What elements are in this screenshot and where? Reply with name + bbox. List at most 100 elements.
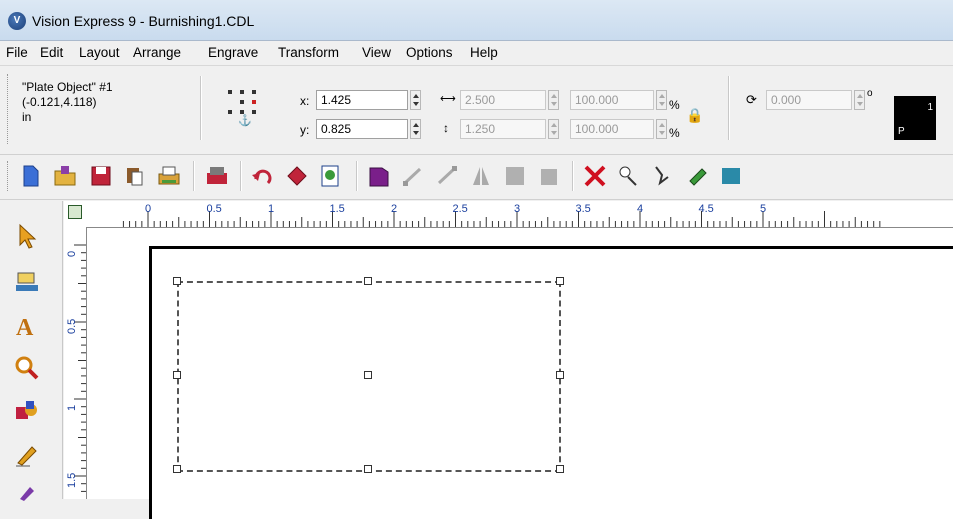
selection-handle[interactable] xyxy=(173,277,181,285)
object-name: "Plate Object" #1 xyxy=(22,80,113,94)
toolbar-grip[interactable] xyxy=(7,74,10,144)
new-document-icon[interactable] xyxy=(18,163,44,189)
object-coords: (-0.121,4.118) xyxy=(22,95,97,109)
window-title: Vision Express 9 - Burnishing1.CDL xyxy=(32,13,255,29)
rotation-field[interactable]: 0.000 xyxy=(766,90,852,110)
selection-handle[interactable] xyxy=(173,465,181,473)
menu-bar: File Edit Layout Arrange Engrave Transfo… xyxy=(0,41,953,66)
height-spinner[interactable] xyxy=(548,119,559,139)
pointer-tool-icon[interactable] xyxy=(12,221,42,251)
color-swatch[interactable]: 1 P xyxy=(894,96,936,140)
ruler-tick-label: 1 xyxy=(66,404,78,411)
anchor-point-selector[interactable]: ⚓ xyxy=(224,86,264,127)
x-label: x: xyxy=(300,94,310,108)
ungroup-icon[interactable] xyxy=(536,163,562,189)
anchor-icon: ⚓ xyxy=(238,115,252,127)
center-handle[interactable] xyxy=(364,371,372,379)
menu-transform[interactable]: Transform xyxy=(278,45,339,60)
width-field[interactable]: 2.500 xyxy=(460,90,546,110)
selection-handle[interactable] xyxy=(556,371,564,379)
open-folder-icon[interactable] xyxy=(52,163,78,189)
width-icon: ⟷ xyxy=(440,93,456,105)
zoom-page-icon[interactable] xyxy=(318,163,344,189)
ruler-tick-label: 2 xyxy=(391,203,398,215)
y-spinner[interactable] xyxy=(410,119,421,139)
selection-handle[interactable] xyxy=(173,371,181,379)
ruler-tick-label: 5 xyxy=(760,203,767,215)
y-label: y: xyxy=(300,123,310,137)
group-icon[interactable] xyxy=(502,163,528,189)
horizontal-ruler[interactable]: 0 0.5 1 1.5 2 2.5 3 3.5 4 4.5 5 xyxy=(86,201,953,228)
undo-icon[interactable] xyxy=(250,163,276,189)
height-field[interactable]: 1.250 xyxy=(460,119,546,139)
redo-icon[interactable] xyxy=(284,163,310,189)
scale-height-field[interactable]: 100.000 xyxy=(570,119,654,139)
main-toolbar xyxy=(0,155,953,200)
rotation-spinner[interactable] xyxy=(854,90,865,110)
menu-help[interactable]: Help xyxy=(470,45,498,60)
selection-handle[interactable] xyxy=(556,277,564,285)
menu-arrange[interactable]: Arrange xyxy=(133,45,181,60)
ruler-tick-label: 1.5 xyxy=(66,472,78,488)
property-bar: "Plate Object" #1 (-0.121,4.118) in ⚓ x:… xyxy=(0,66,953,155)
x-position-field[interactable]: 1.425 xyxy=(316,90,408,110)
selection-handle[interactable] xyxy=(556,465,564,473)
scale-width-spinner[interactable] xyxy=(656,90,667,110)
copy-icon[interactable] xyxy=(122,163,148,189)
mirror-icon[interactable] xyxy=(468,163,494,189)
units-label: in xyxy=(22,110,32,124)
vertical-ruler[interactable]: 0 0.5 1 1.5 xyxy=(64,227,87,499)
height-icon: ↕ xyxy=(443,121,449,135)
tool-strip: A xyxy=(0,201,63,501)
paint-tool-icon[interactable] xyxy=(12,477,42,507)
shapes-tool-icon[interactable] xyxy=(12,397,42,427)
x-spinner[interactable] xyxy=(410,90,421,110)
ruler-tick-label: 3 xyxy=(514,203,521,215)
ruler-origin-icon xyxy=(68,205,82,219)
delete-nodes-icon[interactable] xyxy=(582,163,608,189)
separator xyxy=(728,76,730,140)
menu-view[interactable]: View xyxy=(362,45,391,60)
y-position-field[interactable]: 0.825 xyxy=(316,119,408,139)
ruler-tick-label: 1.5 xyxy=(329,203,345,215)
lock-icon[interactable]: 🔒 xyxy=(686,107,703,124)
print-icon[interactable] xyxy=(156,163,182,189)
node-icon[interactable] xyxy=(400,163,426,189)
canvas[interactable] xyxy=(87,228,953,519)
ruler-tick-label: 3.5 xyxy=(575,203,591,215)
tool-a-icon[interactable] xyxy=(616,163,642,189)
degree-label: o xyxy=(867,88,873,99)
menu-file[interactable]: File xyxy=(6,45,28,60)
menu-options[interactable]: Options xyxy=(406,45,453,60)
width-spinner[interactable] xyxy=(548,90,559,110)
ruler-tick-label: 1 xyxy=(268,203,275,215)
ruler-tick-label: 2.5 xyxy=(452,203,468,215)
selection-handle[interactable] xyxy=(364,277,372,285)
vision-express-logo-icon: V xyxy=(8,12,26,30)
ruler-tick-label: 4.5 xyxy=(698,203,714,215)
toolbar-grip[interactable] xyxy=(7,161,10,191)
pen-tool-icon[interactable] xyxy=(12,439,42,469)
save-icon[interactable] xyxy=(88,163,114,189)
ruler-tick-label: 0 xyxy=(145,203,152,215)
ruler-corner[interactable] xyxy=(64,201,87,228)
calculator-icon[interactable] xyxy=(718,163,744,189)
menu-layout[interactable]: Layout xyxy=(79,45,120,60)
plate-icon[interactable] xyxy=(366,163,392,189)
zoom-tool-icon[interactable] xyxy=(12,353,42,383)
node2-icon[interactable] xyxy=(434,163,460,189)
tool-c-icon[interactable] xyxy=(684,163,710,189)
menu-engrave[interactable]: Engrave xyxy=(208,45,258,60)
ruler-tick-label: 0.5 xyxy=(66,318,78,334)
percent-label: % xyxy=(669,98,680,112)
ruler-tick-label: 4 xyxy=(637,203,644,215)
tool-b-icon[interactable] xyxy=(650,163,676,189)
engrave-tool-icon[interactable] xyxy=(12,267,42,297)
scale-width-field[interactable]: 100.000 xyxy=(570,90,654,110)
scale-height-spinner[interactable] xyxy=(656,119,667,139)
engrave-icon[interactable] xyxy=(204,163,230,189)
menu-edit[interactable]: Edit xyxy=(40,45,63,60)
ruler-tick-label: 0.5 xyxy=(206,203,222,215)
text-tool-icon[interactable]: A xyxy=(12,311,42,341)
selection-handle[interactable] xyxy=(364,465,372,473)
